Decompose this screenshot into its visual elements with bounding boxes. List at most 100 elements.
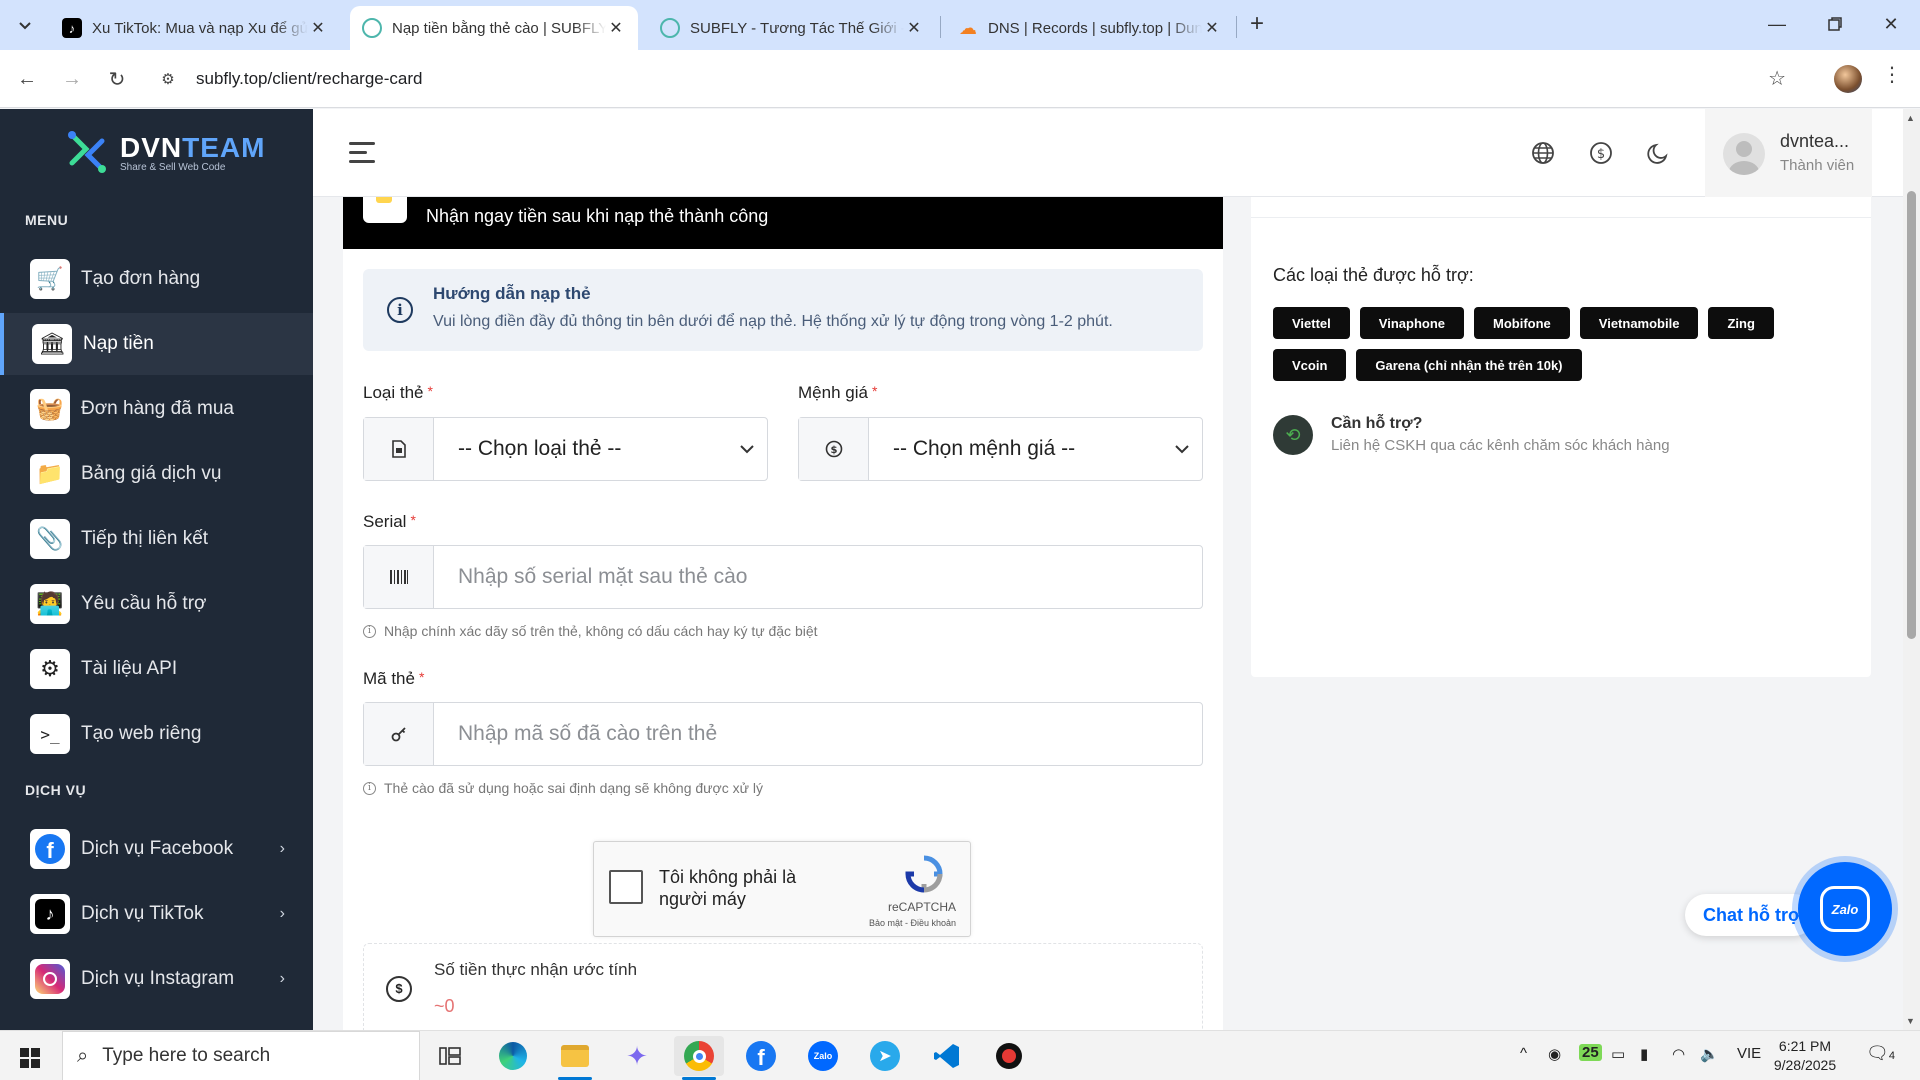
currency-icon[interactable]: $ (1585, 137, 1617, 169)
code-input[interactable]: Nhập mã số đã cào trên thẻ (363, 702, 1203, 766)
chrome-icon[interactable] (674, 1036, 724, 1080)
edge-icon[interactable] (488, 1036, 538, 1076)
zalo-chat-bubble[interactable]: Zalo (1798, 862, 1892, 956)
sidebar-item-create-order[interactable]: 🛒 Tạo đơn hàng (0, 248, 313, 310)
guide-title: Hướng dẫn nạp thẻ (433, 284, 591, 303)
dark-mode-icon[interactable] (1642, 137, 1674, 169)
svg-text:$: $ (830, 445, 837, 456)
estimate-label: Số tiền thực nhận ước tính (434, 960, 638, 979)
sidebar-item-facebook[interactable]: f Dịch vụ Facebook › (0, 818, 313, 880)
browser-menu-icon[interactable]: ⋮ (1882, 62, 1902, 87)
card-type-select[interactable]: -- Chọn loại thẻ -- (363, 417, 768, 481)
sidebar-item-api-docs[interactable]: ⚙ Tài liệu API (0, 638, 313, 700)
sidebar-item-instagram[interactable]: Dịch vụ Instagram › (0, 948, 313, 1010)
tab-close-icon[interactable]: ✕ (308, 18, 328, 38)
page-scrollbar[interactable]: ▲ ▼ (1903, 109, 1920, 1030)
hamburger-menu-icon[interactable] (349, 142, 375, 164)
card-badge: Zing (1708, 307, 1774, 339)
new-tab-button[interactable]: + (1240, 10, 1274, 40)
back-button[interactable]: ← (10, 62, 44, 96)
tiktok-icon: ♪ (30, 894, 70, 934)
browser-tab[interactable]: ☁ DNS | Records | subfly.top | Dun ✕ (946, 6, 1234, 50)
browser-tab[interactable]: ♪ Xu TikTok: Mua và nạp Xu để gửi ✕ (50, 6, 340, 50)
sidebar-item-label: Dịch vụ TikTok (81, 903, 204, 924)
reload-button[interactable]: ↻ (100, 62, 134, 96)
task-view-icon[interactable] (425, 1036, 475, 1076)
user-name: dvntea... (1780, 131, 1850, 151)
sidebar-item-label: Dịch vụ Instagram (81, 968, 235, 989)
chevron-down-icon (1162, 418, 1202, 480)
url-text[interactable]: subfly.top/client/recharge-card (196, 69, 422, 89)
site-info-icon[interactable]: ⚙ (154, 70, 182, 88)
chat-support-button[interactable]: Chat hỗ trợ (1685, 894, 1815, 936)
globe-icon[interactable] (1527, 137, 1559, 169)
notification-icon[interactable]: 🗨4 (1866, 1043, 1895, 1064)
amount-select[interactable]: $ -- Chọn mệnh giá -- (798, 417, 1203, 481)
main-content: Nhận ngay tiền sau khi nạp thẻ thành côn… (313, 197, 1903, 1030)
recaptcha-terms-link[interactable]: Bảo mật - Điều khoản (869, 918, 956, 928)
sidebar-item-label: Tài liệu API (81, 658, 178, 679)
browser-tab[interactable]: SUBFLY - Tương Tác Thế Giới - D ✕ (648, 6, 936, 50)
sidebar-item-pricing[interactable]: 📁 Bảng giá dịch vụ (0, 443, 313, 505)
sidebar-item-support[interactable]: 🧑‍💻 Yêu cầu hỗ trợ (0, 573, 313, 635)
windows-start-icon[interactable] (20, 1048, 40, 1068)
file-explorer-icon[interactable] (550, 1036, 600, 1080)
minimize-button[interactable]: — (1748, 0, 1806, 48)
tray-overflow-icon[interactable]: ^ (1520, 1045, 1527, 1062)
chevron-down-icon (19, 22, 31, 30)
omnibox[interactable]: ⚙ subfly.top/client/recharge-card ☆ (146, 58, 1796, 100)
terminal-icon: >_ (30, 714, 70, 754)
browser-tab-active[interactable]: Nạp tiền bằng thẻ cào | SUBFLY ✕ (350, 6, 638, 50)
supported-cards-panel: Các loại thẻ được hỗ trợ: Viettel Vinaph… (1251, 197, 1871, 677)
sidebar-item-recharge[interactable]: 🏛 Nạp tiền (0, 313, 313, 375)
wifi-icon[interactable]: ◠ (1672, 1045, 1685, 1063)
subfly-icon (362, 18, 382, 38)
logo[interactable]: DVNTEAM Share & Sell Web Code (62, 127, 265, 177)
sim-card-icon (364, 418, 434, 480)
services-section-label: DỊCH VỤ (25, 782, 87, 798)
zalo-icon[interactable]: Zalo (798, 1036, 848, 1076)
serial-input[interactable]: Nhập số serial mặt sau thẻ cào (363, 545, 1203, 609)
profile-avatar[interactable] (1834, 65, 1862, 93)
volume-icon[interactable]: 🔈 (1700, 1045, 1719, 1063)
meet-now-icon[interactable]: ▭ (1611, 1045, 1625, 1063)
close-window-button[interactable]: ✕ (1862, 0, 1920, 48)
sidebar-item-orders[interactable]: 🧺 Đơn hàng đã mua (0, 378, 313, 440)
tab-title: Xu TikTok: Mua và nạp Xu để gửi (92, 19, 308, 37)
restore-button[interactable] (1806, 0, 1864, 48)
forward-button[interactable]: → (55, 62, 89, 96)
scrollbar-thumb[interactable] (1907, 191, 1916, 639)
zalo-tray-icon[interactable]: ◉ (1548, 1045, 1561, 1063)
recaptcha-checkbox[interactable] (609, 870, 643, 904)
restore-icon (1828, 17, 1842, 31)
taskbar-search[interactable]: ⌕ Type here to search (62, 1031, 420, 1080)
tab-close-icon[interactable]: ✕ (606, 18, 626, 38)
tab-search-button[interactable] (8, 10, 42, 40)
recaptcha-logo-icon (905, 855, 943, 893)
paperclip-icon: 📎 (30, 519, 70, 559)
clock-time: 6:21 PM (1778, 1038, 1832, 1054)
tab-close-icon[interactable]: ✕ (904, 18, 924, 38)
tray-badge[interactable]: 25 (1579, 1044, 1602, 1061)
bookmark-star-icon[interactable]: ☆ (1768, 66, 1786, 91)
scroll-down-arrow-icon[interactable]: ▼ (1906, 1016, 1915, 1026)
battery-icon[interactable]: ▮ (1640, 1045, 1648, 1063)
clock[interactable]: 6:21 PM 9/28/2025 (1760, 1037, 1850, 1075)
telegram-icon[interactable]: ➤ (860, 1036, 910, 1076)
copilot-icon[interactable]: ✦ (612, 1036, 662, 1076)
card-badge: Vinaphone (1359, 307, 1464, 339)
recorder-icon[interactable] (984, 1036, 1034, 1076)
sidebar-item-create-site[interactable]: >_ Tạo web riêng (0, 703, 313, 765)
language-indicator[interactable]: VIE (1737, 1045, 1761, 1062)
facebook-icon[interactable]: f (736, 1036, 786, 1076)
chevron-right-icon: › (279, 970, 285, 987)
sidebar-item-label: Nạp tiền (83, 333, 154, 354)
sidebar-item-affiliate[interactable]: 📎 Tiếp thị liên kết (0, 508, 313, 570)
avatar (1723, 133, 1765, 175)
user-menu[interactable]: dvntea... Thành viên (1705, 109, 1872, 197)
tab-close-icon[interactable]: ✕ (1202, 18, 1222, 38)
sidebar-item-tiktok[interactable]: ♪ Dịch vụ TikTok › (0, 883, 313, 945)
vscode-icon[interactable] (922, 1036, 972, 1076)
scroll-up-arrow-icon[interactable]: ▲ (1906, 113, 1915, 123)
refresh-support-icon: ⟲ (1273, 415, 1313, 455)
